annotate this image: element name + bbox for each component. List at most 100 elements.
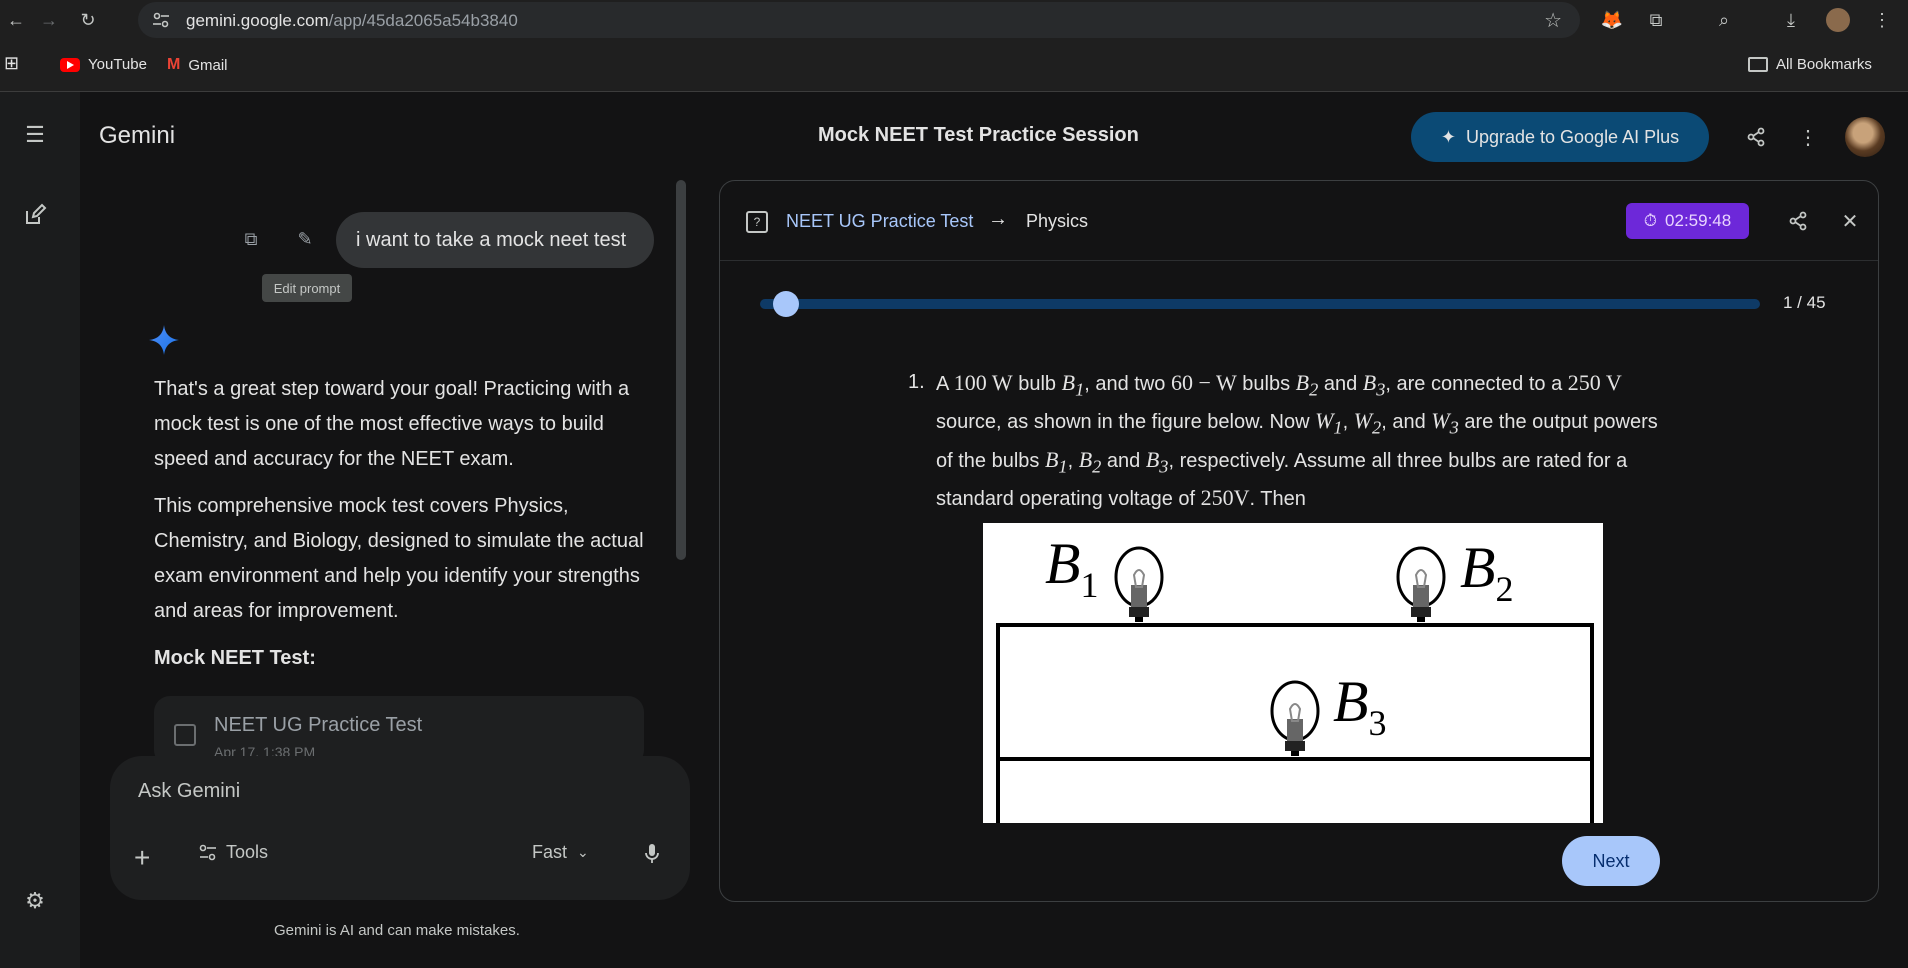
browser-toolbar: ← → ↻ gemini.google.com/app/45da2065a54b… bbox=[0, 0, 1908, 40]
share-icon[interactable] bbox=[1743, 124, 1769, 150]
address-bar[interactable]: gemini.google.com/app/45da2065a54b3840 ☆ bbox=[138, 2, 1580, 38]
stopwatch-icon: ⏱ bbox=[1643, 211, 1658, 230]
next-button[interactable]: Next bbox=[1562, 836, 1660, 886]
chrome-menu-icon[interactable]: ⋮ bbox=[1870, 8, 1894, 32]
label-b1: B bbox=[1045, 531, 1080, 596]
q-text: , bbox=[1342, 411, 1354, 434]
q-math: W2 bbox=[1353, 408, 1382, 438]
label-b3: B bbox=[1333, 669, 1368, 734]
timer-badge: ⏱ 02:59:48 bbox=[1626, 203, 1749, 239]
breadcrumb-current: Physics bbox=[1026, 211, 1089, 231]
label-b1-sub: 1 bbox=[1080, 565, 1098, 605]
menu-icon[interactable]: ☰ bbox=[22, 122, 48, 148]
upgrade-label: Upgrade to Google AI Plus bbox=[1465, 126, 1680, 147]
upgrade-button[interactable]: ✦ Upgrade to Google AI Plus bbox=[1411, 112, 1709, 162]
q-text: bulb bbox=[1012, 373, 1062, 395]
q-text: , and two bbox=[1084, 373, 1171, 395]
new-chat-icon[interactable] bbox=[22, 202, 48, 228]
label-b2-sub: 2 bbox=[1495, 569, 1513, 609]
test-canvas: ? NEET UG Practice Test → Physics ⏱ 02:5… bbox=[719, 180, 1879, 902]
tools-label: Tools bbox=[226, 842, 269, 862]
q-math: B2 bbox=[1295, 370, 1319, 400]
q-text: , and bbox=[1381, 411, 1432, 434]
folder-icon bbox=[1748, 57, 1768, 72]
mode-selector[interactable]: Fast ⌄ bbox=[532, 842, 589, 863]
svg-text:B3: B3 bbox=[1333, 669, 1386, 743]
more-options-icon[interactable]: ⋮ bbox=[1795, 124, 1821, 150]
q-math: B2 bbox=[1078, 446, 1102, 477]
quiz-icon bbox=[174, 724, 196, 746]
q-math: 100 W bbox=[953, 370, 1013, 395]
close-icon[interactable]: ✕ bbox=[1838, 209, 1862, 233]
user-message: i want to take a mock neet test bbox=[336, 212, 654, 268]
prompt-input[interactable]: Ask Gemini bbox=[138, 780, 240, 803]
svg-text:B1: B1 bbox=[1045, 531, 1098, 605]
all-bookmarks-label: All Bookmarks bbox=[1776, 56, 1872, 73]
q-math: 250V bbox=[1200, 485, 1250, 511]
breadcrumb-root[interactable]: NEET UG Practice Test bbox=[786, 211, 973, 232]
gemini-app: ☰ ⚙ Gemini Mock NEET Test Practice Sessi… bbox=[0, 92, 1908, 968]
bookmark-youtube[interactable]: YouTube bbox=[60, 56, 147, 73]
q-math: W3 bbox=[1431, 408, 1459, 438]
profile-icon[interactable] bbox=[1826, 8, 1850, 32]
q-text: bulbs bbox=[1236, 373, 1296, 395]
reply-paragraph: This comprehensive mock test covers Phys… bbox=[154, 495, 644, 622]
apps-grid-icon[interactable]: ⊞ bbox=[4, 53, 19, 74]
q-text: , are connected to a bbox=[1385, 373, 1568, 395]
chat-panel: ⧉ ✎ i want to take a mock neet test Edit… bbox=[80, 92, 690, 968]
q-math: B1 bbox=[1061, 370, 1085, 400]
tools-button[interactable]: Tools bbox=[198, 842, 268, 863]
chevron-down-icon: ⌄ bbox=[577, 844, 589, 860]
progress-track bbox=[760, 299, 1760, 309]
q-text: and bbox=[1318, 373, 1363, 395]
session-title: Mock NEET Test Practice Session bbox=[818, 124, 1139, 146]
question-number: 1. bbox=[908, 371, 925, 393]
avatar[interactable] bbox=[1845, 117, 1885, 157]
q-math: B1 bbox=[1044, 446, 1068, 477]
svg-text:B2: B2 bbox=[1460, 535, 1513, 609]
back-icon[interactable]: ← bbox=[4, 8, 28, 32]
settings-gear-icon[interactable]: ⚙ bbox=[22, 888, 48, 914]
timer-value: 02:59:48 bbox=[1665, 211, 1732, 230]
bookmark-star-icon[interactable]: ☆ bbox=[1544, 8, 1562, 33]
bookmark-gmail[interactable]: M Gmail bbox=[167, 56, 228, 74]
metamask-icon[interactable]: 🦊 bbox=[1600, 8, 1624, 32]
quiz-icon: ? bbox=[746, 211, 768, 233]
q-math: B3 bbox=[1362, 370, 1386, 400]
forward-icon[interactable]: → bbox=[37, 8, 61, 32]
q-text: and bbox=[1101, 449, 1146, 472]
extensions-icon[interactable]: ⧉ bbox=[1644, 8, 1668, 32]
download-icon[interactable]: ⤓ bbox=[1779, 8, 1803, 32]
site-settings-icon[interactable] bbox=[152, 11, 170, 29]
copy-icon[interactable]: ⧉ bbox=[238, 226, 264, 252]
sparkle-icon: ✦ bbox=[1440, 126, 1456, 147]
q-math: 60 − W bbox=[1170, 370, 1237, 395]
reply-heading: Mock NEET Test: bbox=[154, 647, 316, 669]
reload-icon[interactable]: ↻ bbox=[76, 8, 100, 32]
url-domain: gemini.google.com bbox=[186, 11, 329, 30]
bulb-b2-icon bbox=[1396, 546, 1446, 622]
arrow-right-icon: → bbox=[988, 208, 1008, 230]
reply-paragraph: That's a great step toward your goal! Pr… bbox=[154, 378, 630, 470]
q-math: W1 bbox=[1315, 408, 1343, 438]
chat-scrollbar[interactable] bbox=[676, 180, 686, 560]
q-text: , bbox=[1067, 449, 1079, 472]
edit-pencil-icon[interactable]: ✎ bbox=[292, 226, 318, 252]
share-icon[interactable] bbox=[1786, 209, 1810, 233]
add-attachment-icon[interactable]: + bbox=[134, 842, 150, 874]
microphone-icon[interactable] bbox=[638, 840, 666, 868]
tools-icon bbox=[199, 844, 216, 860]
circuit-diagram: B1 B2 B3 bbox=[996, 531, 1594, 867]
progress-label: 1 / 45 bbox=[1783, 293, 1826, 312]
all-bookmarks[interactable]: All Bookmarks bbox=[1748, 56, 1872, 73]
bookmark-label: Gmail bbox=[188, 56, 228, 74]
q-math: B3 bbox=[1145, 446, 1169, 477]
tab-search-icon[interactable]: ⌕ bbox=[1712, 8, 1736, 32]
model-reply: That's a great step toward your goal! Pr… bbox=[154, 372, 654, 688]
url-path: /app/45da2065a54b3840 bbox=[328, 11, 518, 30]
youtube-icon bbox=[60, 57, 80, 72]
side-rail: ☰ ⚙ bbox=[0, 92, 80, 968]
bulb-b1-icon bbox=[1114, 546, 1164, 622]
progress-knob[interactable] bbox=[773, 291, 799, 317]
question-text: 1. A 100 W bulb B1, and two 60 − W bulbs… bbox=[908, 367, 1666, 515]
